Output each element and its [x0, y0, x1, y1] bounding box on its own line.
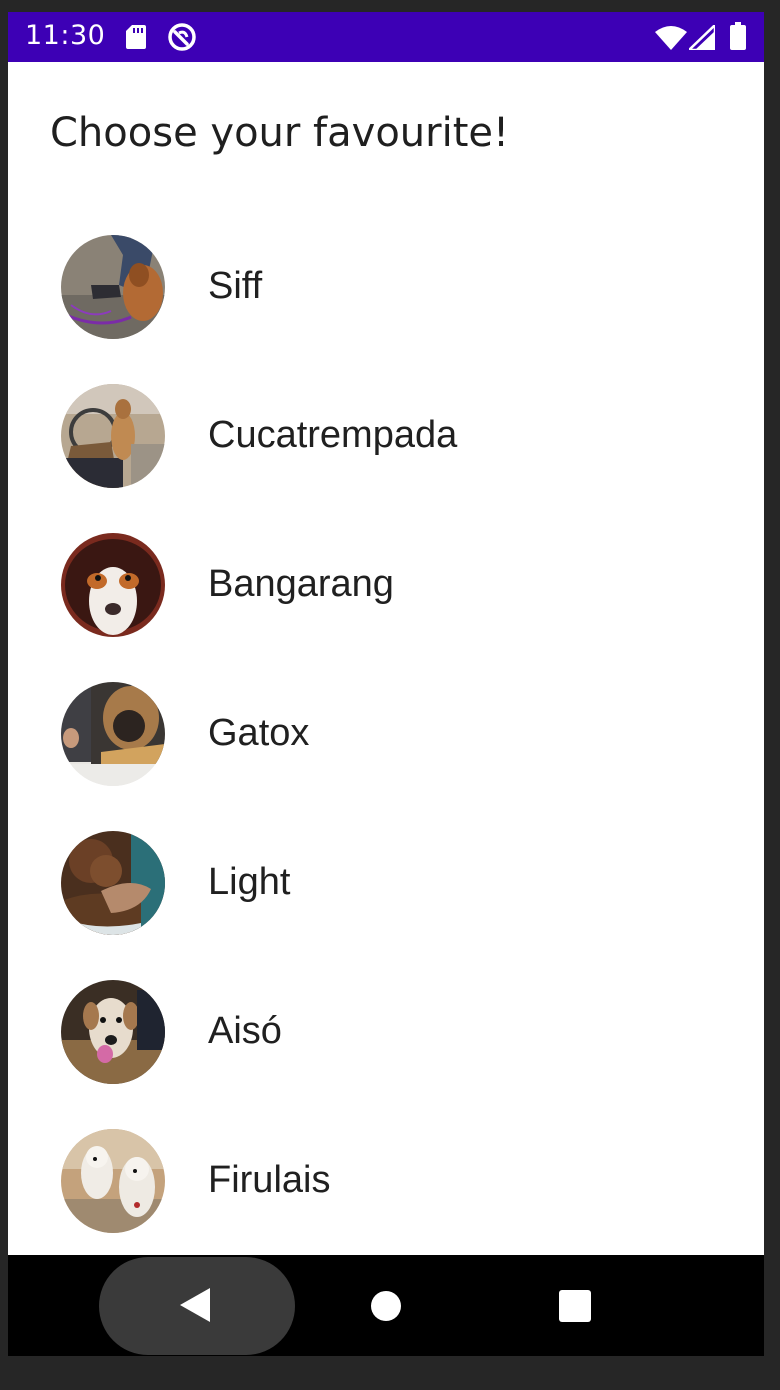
dog-avatar	[61, 384, 165, 488]
dog-name: Gatox	[208, 712, 310, 754]
list-item-light[interactable]: Light	[8, 817, 764, 966]
navigation-bar	[8, 1255, 764, 1356]
battery-icon	[730, 22, 746, 50]
dog-avatar	[61, 235, 165, 339]
dog-avatar	[61, 682, 165, 786]
wifi-icon	[655, 26, 687, 50]
recents-icon[interactable]	[559, 1290, 591, 1322]
list-item-siff[interactable]: Siff	[8, 221, 764, 370]
dog-avatar	[61, 1129, 165, 1233]
back-icon[interactable]	[180, 1288, 210, 1322]
dog-name: Bangarang	[208, 563, 394, 605]
sd-card-icon	[126, 25, 146, 49]
dog-name: Firulais	[208, 1159, 331, 1201]
page-title: Choose your favourite!	[50, 110, 510, 156]
dog-name: Cucatrempada	[208, 414, 458, 456]
dog-avatar	[61, 980, 165, 1084]
dog-avatar	[61, 533, 165, 637]
home-icon[interactable]	[370, 1290, 402, 1322]
dog-name: Siff	[208, 265, 263, 307]
list-item-bangarang[interactable]: Bangarang	[8, 519, 764, 668]
screen: 11:30 Choose your favourite! Siff Cucatr…	[8, 12, 764, 1356]
list-item-gatox[interactable]: Gatox	[8, 668, 764, 817]
dog-name: Aisó	[208, 1010, 282, 1052]
list-item-firulais[interactable]: Firulais	[8, 1115, 764, 1264]
status-time: 11:30	[25, 20, 106, 51]
dog-list: Siff Cucatrempada Bangarang Gatox Light …	[8, 221, 764, 1264]
dog-name: Light	[208, 861, 291, 903]
device-frame: 11:30 Choose your favourite! Siff Cucatr…	[0, 0, 780, 1390]
cell-signal-icon	[689, 25, 715, 50]
sync-icon	[168, 23, 196, 51]
list-item-aiso[interactable]: Aisó	[8, 966, 764, 1115]
dog-avatar	[61, 831, 165, 935]
list-item-cucatrempada[interactable]: Cucatrempada	[8, 370, 764, 519]
status-bar: 11:30	[8, 12, 764, 62]
